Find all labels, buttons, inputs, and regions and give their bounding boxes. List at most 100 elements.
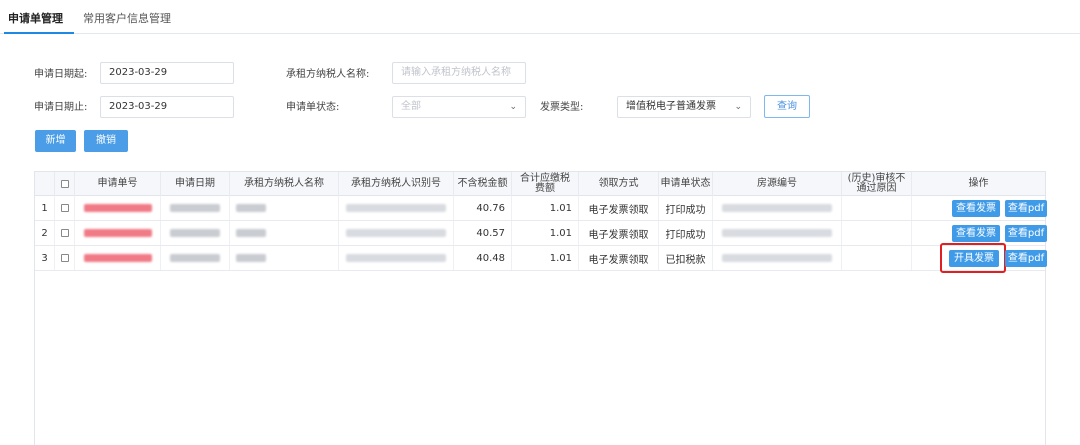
taxpayer-name-cell [230,246,339,270]
row-number: 1 [35,196,55,220]
table-row[interactable]: 1 40.76 1.01 电子发票领取 打印成功 查看发票 查看pdf [35,196,1047,221]
method-cell: 电子发票领取 [579,221,659,245]
method-cell: 电子发票领取 [579,246,659,270]
view-pdf-button[interactable]: 查看pdf [1005,200,1047,217]
issue-invoice-button[interactable]: 开具发票 [949,250,999,267]
row-checkbox[interactable] [60,204,69,212]
tab-bar: 申请单管理 常用客户信息管理 [0,0,1080,34]
status-cell: 打印成功 [659,196,713,220]
redacted-app-no [83,204,152,212]
date-start-label: 申请日期起: [34,69,88,80]
source-no-cell [713,221,842,245]
tab-application-management[interactable]: 申请单管理 [8,12,63,26]
revoke-button[interactable]: 撤销 [84,130,128,152]
application-table: 申请单号 申请日期 承租方纳税人名称 承租方纳税人识别号 不含税金额 合计应缴税… [34,171,1047,445]
header-select-all [55,172,75,196]
invoice-type-label: 发票类型: [540,102,584,113]
header-taxpayer-name: 承租方纳税人名称 [230,172,339,196]
redacted-taxpayer-id [346,229,446,237]
select-all-checkbox[interactable] [60,180,69,188]
app-no-cell [75,221,161,245]
header-amount-ex-tax: 不含税金额 [454,172,512,196]
status-select[interactable]: 全部 ⌄ [392,96,526,118]
row-checkbox-cell [55,196,75,220]
redacted-taxpayer-id [346,204,446,212]
row-number: 2 [35,221,55,245]
redacted-taxpayer-name [236,254,266,262]
taxpayer-name-label: 承租方纳税人名称: [286,69,370,80]
tax-cell: 1.01 [512,221,579,245]
amount-cell: 40.57 [454,221,512,245]
method-cell: 电子发票领取 [579,196,659,220]
row-checkbox[interactable] [60,254,69,262]
redacted-app-date [170,254,220,262]
redacted-app-no [83,229,152,237]
amount-cell: 40.48 [454,246,512,270]
status-cell: 打印成功 [659,221,713,245]
redacted-source-no [722,254,832,262]
status-label: 申请单状态: [286,102,340,113]
source-no-cell [713,196,842,220]
row-checkbox-cell [55,246,75,270]
redacted-taxpayer-name [236,204,266,212]
view-pdf-button[interactable]: 查看pdf [1005,225,1047,242]
tab-customer-info-management[interactable]: 常用客户信息管理 [83,12,171,26]
header-reject-line2: 通过原因 [856,183,897,194]
header-actions: 操作 [968,178,989,189]
redacted-taxpayer-id [346,254,446,262]
reject-reason-cell [842,221,912,245]
row-checkbox-cell [55,221,75,245]
invoice-type-select-value: 增值税电子普通发票 [626,101,716,112]
redacted-taxpayer-name [236,229,266,237]
taxpayer-id-cell [339,246,454,270]
header-source-no: 房源编号 [713,172,842,196]
header-reject-reason: (历史)审核不 通过原因 [842,172,912,196]
taxpayer-name-cell [230,196,339,220]
add-button[interactable]: 新增 [35,130,76,152]
date-end-label: 申请日期止: [34,102,88,113]
invoice-type-select[interactable]: 增值税电子普通发票 ⌄ [617,96,751,118]
redacted-app-date [170,204,220,212]
query-button[interactable]: 查询 [764,95,810,118]
app-date-cell [161,196,230,220]
active-tab-indicator [4,32,74,34]
chevron-down-icon: ⌄ [509,102,517,112]
redacted-app-no [83,254,152,262]
taxpayer-name-cell [230,221,339,245]
header-taxpayer-id: 承租方纳税人识别号 [339,172,454,196]
header-status: 申请单状态 [659,172,713,196]
view-invoice-button[interactable]: 查看发票 [952,200,1000,217]
date-start-input[interactable]: 2023-03-29 [100,62,234,84]
app-no-cell [75,246,161,270]
app-date-cell [161,221,230,245]
tax-cell: 1.01 [512,246,579,270]
redacted-source-no [722,204,832,212]
header-tax-due-line2: 费额 [535,183,555,194]
header-app-no: 申请单号 [75,172,161,196]
header-app-date: 申请日期 [161,172,230,196]
view-invoice-button[interactable]: 查看发票 [952,225,1000,242]
chevron-down-icon: ⌄ [734,102,742,112]
app-no-cell [75,196,161,220]
amount-cell: 40.76 [454,196,512,220]
row-checkbox[interactable] [60,229,69,237]
redacted-app-date [170,229,220,237]
tax-cell: 1.01 [512,196,579,220]
date-end-input[interactable]: 2023-03-29 [100,96,234,118]
redacted-source-no [722,229,832,237]
row-number: 3 [35,246,55,270]
reject-reason-cell [842,196,912,220]
header-receive-method: 领取方式 [579,172,659,196]
taxpayer-id-cell [339,196,454,220]
table-row[interactable]: 3 40.48 1.01 电子发票领取 已扣税款 开具发票 查看pdf [35,243,1047,273]
status-select-value: 全部 [401,101,421,112]
source-no-cell [713,246,842,270]
header-tax-due: 合计应缴税 费额 [512,172,579,196]
app-date-cell [161,246,230,270]
taxpayer-id-cell [339,221,454,245]
taxpayer-name-input[interactable]: 请输入承租方纳税人名称 [392,62,526,84]
table-row[interactable]: 2 40.57 1.01 电子发票领取 打印成功 查看发票 查看pdf [35,221,1047,246]
table-header: 申请单号 申请日期 承租方纳税人名称 承租方纳税人识别号 不含税金额 合计应缴税… [35,172,1045,196]
header-rownum [35,172,55,196]
view-pdf-button[interactable]: 查看pdf [1005,250,1047,267]
